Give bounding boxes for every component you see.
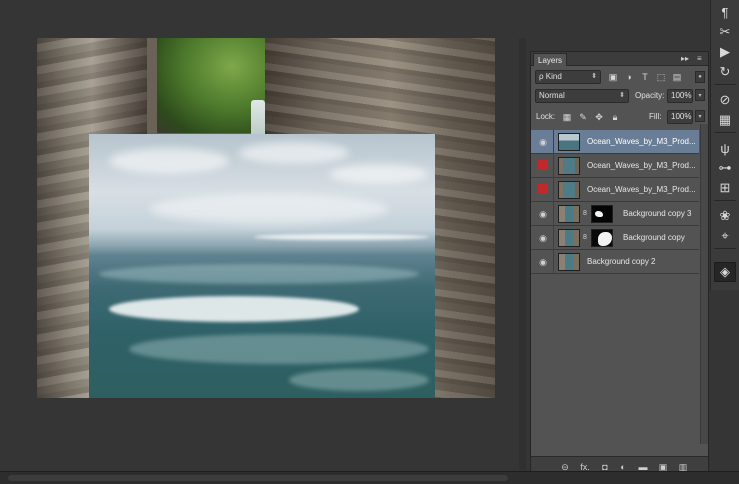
divider xyxy=(714,84,736,85)
canvas-workspace[interactable] xyxy=(0,0,528,470)
layer-name[interactable]: Ocean_Waves_by_M3_Prod... xyxy=(587,160,696,172)
layer-thumbnail xyxy=(558,253,580,271)
layer-name[interactable]: Ocean_Waves_by_M3_Prod... xyxy=(587,136,696,148)
document-horizontal-scrollbar[interactable] xyxy=(8,475,508,481)
properties-icon[interactable]: ⊞ xyxy=(714,178,736,198)
tab-layers[interactable]: Layers xyxy=(533,53,568,66)
opacity-input[interactable]: 100% xyxy=(667,89,693,103)
lock-transparent-icon[interactable]: ▦ xyxy=(561,111,573,123)
cloud-bank xyxy=(149,194,389,224)
layer-list-scrollbar[interactable] xyxy=(700,124,708,444)
ocean-waves-layer-image xyxy=(89,134,435,398)
layer-thumbnail xyxy=(558,181,580,199)
filter-smart-object-icon[interactable]: ▤ xyxy=(671,71,683,83)
filter-type-icon[interactable]: T xyxy=(639,71,651,83)
filter-kind-label: Kind xyxy=(545,72,562,81)
foam xyxy=(99,264,419,284)
chevron-down-icon: ⬍ xyxy=(591,73,597,80)
filter-toggle[interactable]: ● xyxy=(695,71,705,83)
divider xyxy=(553,154,554,178)
fill-input[interactable]: 100% xyxy=(667,110,693,124)
layer-row-background-copy[interactable]: ◉ 8 Background copy xyxy=(531,226,699,250)
lock-position-icon[interactable]: ✥ xyxy=(593,111,605,123)
eye-icon[interactable]: ◉ xyxy=(536,208,550,220)
filter-adjustment-icon[interactable]: ◑ xyxy=(623,71,635,83)
opacity-slider-toggle[interactable]: ▾ xyxy=(695,89,705,101)
collapse-icon[interactable]: ▸▸ xyxy=(681,53,689,65)
layer-row-ocean-waves-2[interactable]: Ocean_Waves_by_M3_Prod... xyxy=(531,154,699,178)
eye-icon[interactable]: ◉ xyxy=(536,232,550,244)
layer-thumbnail xyxy=(558,205,580,223)
blend-mode-select[interactable]: Normal ⬍ xyxy=(535,89,629,103)
divider xyxy=(714,200,736,201)
eye-icon[interactable]: ◉ xyxy=(536,256,550,268)
layer-row-ocean-waves-3[interactable]: Ocean_Waves_by_M3_Prod... xyxy=(531,178,699,202)
layer-mask-thumbnail[interactable] xyxy=(591,229,613,247)
navigator-icon[interactable]: ⊘ xyxy=(714,90,736,110)
layer-thumbnail xyxy=(558,229,580,247)
paths-icon[interactable]: ⌖ xyxy=(714,226,736,246)
channels-icon[interactable]: ❀ xyxy=(714,206,736,226)
layer-thumbnail xyxy=(558,133,580,151)
hidden-layer-marker[interactable] xyxy=(538,184,548,194)
layer-row-background-copy-2[interactable]: ◉ Background copy 2 xyxy=(531,250,699,274)
lock-all-icon[interactable]: 🔒︎ xyxy=(609,111,621,123)
color-icon[interactable]: ▦ xyxy=(714,110,736,130)
divider xyxy=(553,250,554,274)
hidden-layer-marker[interactable] xyxy=(538,160,548,170)
panel-toolstrip: ¶ ✂ ▶ ↻ ⊘ ▦ ψ ⊶ ⊞ ❀ ⌖ ◈ xyxy=(710,0,739,290)
divider xyxy=(553,202,554,226)
layer-filter-kind[interactable]: ρ Kind ⬍ xyxy=(535,70,601,84)
opacity-label: Opacity: xyxy=(635,91,665,100)
layer-name[interactable]: Background copy xyxy=(623,232,685,244)
layer-list: ◉ Ocean_Waves_by_M3_Prod... Ocean_Waves_… xyxy=(531,124,699,444)
fill-slider-toggle[interactable]: ▾ xyxy=(695,110,705,122)
document-canvas[interactable] xyxy=(37,38,495,398)
distant-wave-crest xyxy=(254,234,429,240)
cloud xyxy=(329,164,429,184)
brush-icon[interactable]: ψ xyxy=(714,138,736,158)
layer-name[interactable]: Background copy 2 xyxy=(587,256,656,268)
layers-icon[interactable]: ◈ xyxy=(714,262,736,282)
eye-icon[interactable]: ◉ xyxy=(536,136,550,148)
divider xyxy=(553,130,554,154)
divider xyxy=(553,226,554,250)
tools-preset-icon[interactable]: ✂ xyxy=(714,22,736,42)
divider xyxy=(553,178,554,202)
filter-shape-icon[interactable]: ⬚ xyxy=(655,71,667,83)
cloud xyxy=(109,148,229,174)
breaking-wave-crest xyxy=(109,296,359,322)
layer-name[interactable]: Background copy 3 xyxy=(623,208,692,220)
blend-mode-value: Normal xyxy=(539,91,565,100)
panel-tab-bar: Layers ▸▸ ≡ xyxy=(531,52,708,66)
filter-pixel-icon[interactable]: ▣ xyxy=(607,71,619,83)
divider xyxy=(714,132,736,133)
adjustments-icon[interactable]: ⊶ xyxy=(714,158,736,178)
paragraph-icon[interactable]: ¶ xyxy=(714,2,736,22)
layer-thumbnail xyxy=(558,157,580,175)
lock-label: Lock: xyxy=(536,112,556,121)
panel-menu-icon[interactable]: ≡ xyxy=(697,53,702,65)
layer-row-ocean-waves-1[interactable]: ◉ Ocean_Waves_by_M3_Prod... xyxy=(531,130,699,154)
layer-row-background-copy-3[interactable]: ◉ 8 Background copy 3 xyxy=(531,202,699,226)
play-actions-icon[interactable]: ▶ xyxy=(714,42,736,62)
layer-mask-thumbnail[interactable] xyxy=(591,205,613,223)
cloud xyxy=(239,142,349,164)
link-chain-icon[interactable]: 8 xyxy=(583,210,587,217)
fill-label: Fill: xyxy=(649,112,662,121)
document-vertical-scrollbar[interactable] xyxy=(519,38,526,470)
lock-image-icon[interactable]: ✎ xyxy=(577,111,589,123)
history-icon[interactable]: ↻ xyxy=(714,62,736,82)
divider xyxy=(714,248,736,249)
layer-name[interactable]: Ocean_Waves_by_M3_Prod... xyxy=(587,184,696,196)
chevron-down-icon: ⬍ xyxy=(619,92,625,99)
foam xyxy=(129,334,429,364)
link-chain-icon[interactable]: 8 xyxy=(583,234,587,241)
status-bar xyxy=(0,471,739,484)
foam xyxy=(289,369,429,391)
layers-panel: Layers ▸▸ ≡ ρ Kind ⬍ ▣ ◑ T ⬚ ▤ ● Normal … xyxy=(530,51,709,476)
search-icon: ρ xyxy=(539,72,544,81)
